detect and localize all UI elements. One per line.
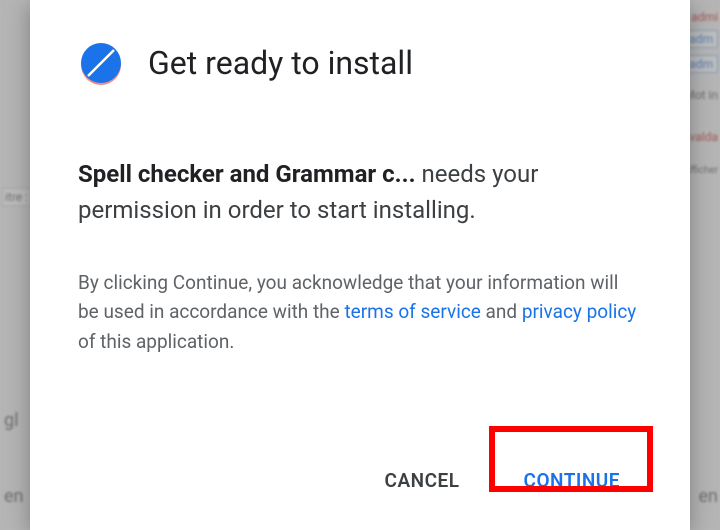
- cancel-button[interactable]: CANCEL: [363, 455, 482, 506]
- fine-print: By clicking Continue, you acknowledge th…: [78, 268, 642, 356]
- privacy-policy-link[interactable]: privacy policy: [522, 300, 636, 323]
- app-name: Spell checker and Grammar c...: [78, 160, 416, 188]
- modal-body: Spell checker and Grammar c... needs you…: [78, 156, 642, 435]
- fine-print-suffix: of this application.: [78, 330, 234, 353]
- continue-button[interactable]: CONTINUE: [502, 455, 642, 506]
- terms-of-service-link[interactable]: terms of service: [344, 300, 480, 323]
- modal-header: Get ready to install: [78, 40, 642, 86]
- install-permission-modal: Get ready to install Spell checker and G…: [30, 0, 690, 530]
- modal-title: Get ready to install: [148, 44, 413, 82]
- permission-text: Spell checker and Grammar c... needs you…: [78, 156, 642, 228]
- app-icon: [78, 40, 124, 86]
- modal-footer: CANCEL CONTINUE: [78, 455, 642, 506]
- fine-print-and: and: [481, 300, 522, 323]
